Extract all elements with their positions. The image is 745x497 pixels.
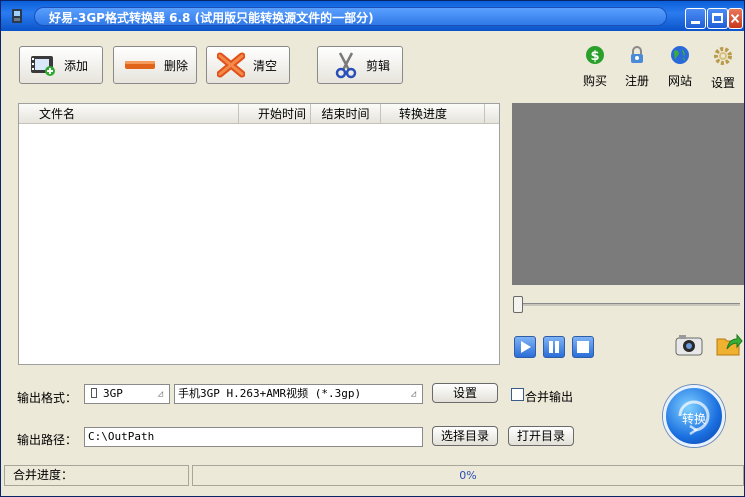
format-desc-select[interactable]: 手机3GP H.263+AMR视频 (*.3gp) ◿ [174, 384, 423, 404]
close-icon [730, 13, 740, 24]
merge-progress-label: 合并进度： [13, 468, 74, 482]
play-button[interactable] [514, 336, 536, 358]
gear-icon [714, 47, 732, 65]
seek-slider-thumb[interactable] [513, 296, 523, 313]
window-title: 好易-3GP格式转换器 6.8 (试用版只能转换源文件的一部分) [49, 11, 374, 25]
stop-button[interactable] [572, 336, 594, 358]
app-icon [12, 9, 22, 23]
format-type-select[interactable]: 3GP ◿ [84, 384, 170, 404]
main-window: 好易-3GP格式转换器 6.8 (试用版只能转换源文件的一部分) 添加 删除 清… [0, 0, 745, 497]
clip-button-label: 剪辑 [366, 58, 391, 73]
output-path-input[interactable]: C:\OutPath [84, 427, 423, 447]
camera-icon[interactable] [675, 334, 703, 356]
register-label: 注册 [624, 74, 649, 88]
website-button[interactable]: 网站 [660, 45, 700, 89]
select-directory-button[interactable]: 选择目录 [432, 426, 498, 446]
play-icon [521, 341, 531, 353]
film-add-icon [31, 56, 55, 76]
clip-button[interactable]: 剪辑 [317, 46, 403, 84]
close-button[interactable] [728, 8, 743, 29]
settings-top-label: 设置 [710, 76, 735, 90]
convert-button[interactable]: 转换 [663, 385, 725, 447]
add-button-label: 添加 [64, 58, 89, 73]
buy-label: 购买 [582, 74, 607, 88]
progress-bar: 0% [192, 465, 744, 486]
output-path-label: 输出路径： [17, 433, 78, 447]
minimize-button[interactable] [685, 8, 706, 29]
merge-output-checkbox[interactable] [511, 388, 524, 401]
svg-text:$: $ [590, 49, 599, 64]
lock-icon [631, 46, 643, 63]
clear-button[interactable]: 清空 [206, 46, 290, 84]
delete-button[interactable]: 删除 [113, 46, 197, 84]
seek-slider-track[interactable] [514, 303, 740, 306]
file-list-header: 文件名 开始时间 结束时间 转换进度 [19, 104, 499, 124]
settings-button[interactable]: 设置 [432, 383, 498, 403]
globe-icon [671, 46, 689, 64]
title-bar[interactable]: 好易-3GP格式转换器 6.8 (试用版只能转换源文件的一部分) [1, 1, 744, 31]
scissors-icon [335, 52, 357, 79]
column-end-time[interactable]: 结束时间 [311, 104, 381, 124]
file-list[interactable]: 文件名 开始时间 结束时间 转换进度 [18, 103, 500, 365]
dropdown-arrow-icon: ◿ [410, 389, 416, 399]
pause-button[interactable] [543, 336, 565, 358]
progress-text: 0% [459, 469, 477, 482]
minus-icon [125, 61, 155, 69]
column-start-time[interactable]: 开始时间 [239, 104, 311, 124]
format-type-value: 3GP [103, 387, 123, 400]
buy-button[interactable]: $ 购买 [575, 45, 615, 89]
clear-button-label: 清空 [253, 58, 278, 73]
delete-button-label: 删除 [164, 58, 189, 73]
website-label: 网站 [667, 74, 692, 88]
column-filename[interactable]: 文件名 [19, 104, 239, 124]
convert-button-label: 转换 [681, 412, 706, 426]
stop-icon [577, 341, 589, 353]
column-progress[interactable]: 转换进度 [381, 104, 485, 124]
phone-icon [91, 388, 97, 398]
dollar-icon: $ [586, 46, 604, 64]
merge-progress-cell: 合并进度： [4, 465, 189, 486]
register-button[interactable]: 注册 [617, 45, 657, 89]
open-directory-button[interactable]: 打开目录 [508, 426, 574, 446]
video-preview [512, 103, 744, 285]
export-icon[interactable] [715, 331, 743, 357]
x-icon [217, 52, 245, 78]
maximize-button[interactable] [707, 8, 728, 29]
output-format-label: 输出格式： [17, 391, 78, 405]
merge-output-label: 合并输出 [525, 390, 574, 404]
add-button[interactable]: 添加 [19, 46, 103, 84]
pause-icon [549, 341, 559, 353]
format-desc-value: 手机3GP H.263+AMR视频 (*.3gp) [178, 387, 362, 400]
settings-top-button[interactable]: 设置 [703, 45, 743, 91]
dropdown-arrow-icon: ◿ [157, 389, 163, 399]
